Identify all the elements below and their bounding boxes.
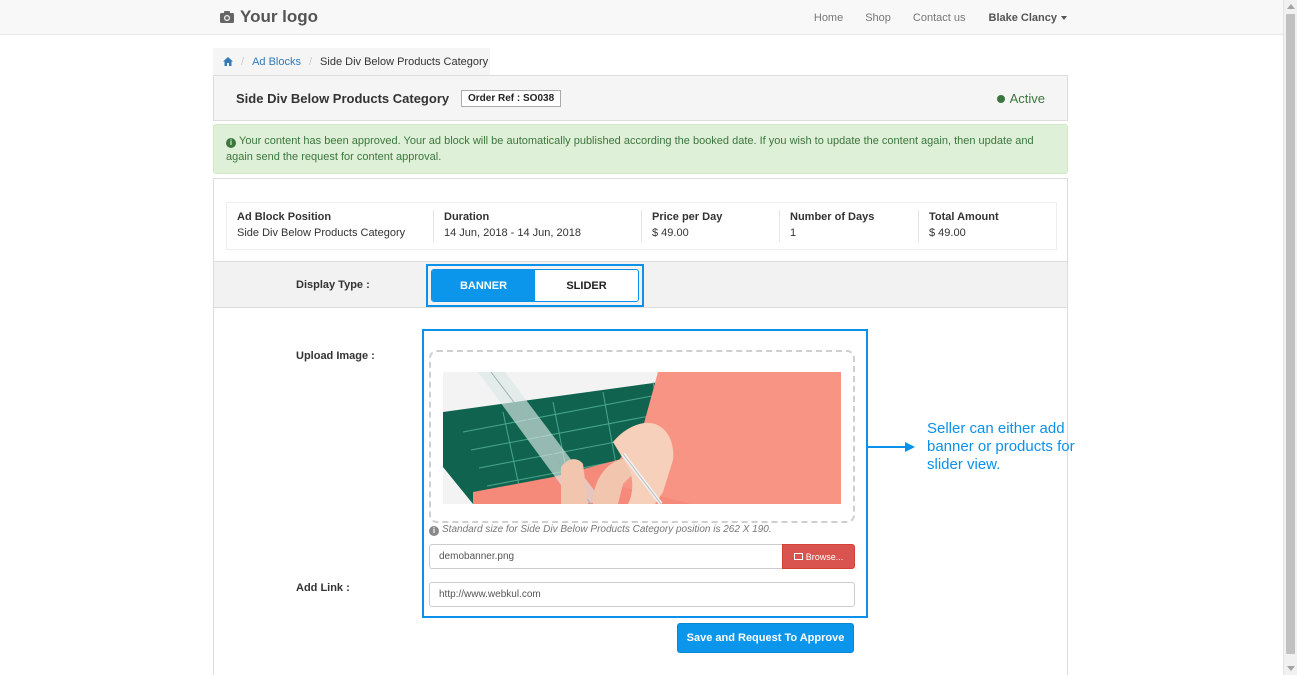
summary-value: Side Div Below Products Category bbox=[237, 227, 406, 239]
booking-summary: Ad Block Position Side Div Below Product… bbox=[226, 202, 1057, 250]
add-link-label: Add Link : bbox=[296, 582, 350, 594]
display-type-toggle: BANNER SLIDER bbox=[431, 269, 639, 302]
display-type-label: Display Type : bbox=[296, 279, 370, 291]
summary-position: Ad Block Position Side Div Below Product… bbox=[227, 210, 434, 242]
summary-duration: Duration 14 Jun, 2018 - 14 Jun, 2018 bbox=[434, 210, 642, 242]
file-name-input[interactable]: demobanner.png bbox=[429, 544, 782, 569]
summary-value: 1 bbox=[790, 227, 797, 239]
status-text: Active bbox=[1009, 91, 1045, 106]
logo-text: Your logo bbox=[240, 7, 319, 26]
image-icon bbox=[793, 553, 803, 560]
scroll-down-icon[interactable] bbox=[1287, 666, 1295, 671]
summary-label: Ad Block Position bbox=[237, 211, 332, 223]
summary-value: $ 49.00 bbox=[929, 227, 966, 239]
alert-message: Your content has been approved. Your ad … bbox=[226, 135, 1034, 163]
slider-option[interactable]: SLIDER bbox=[535, 270, 638, 301]
browse-button-label: Browse... bbox=[805, 551, 844, 562]
summary-price: Price per Day $ 49.00 bbox=[642, 210, 780, 242]
approval-alert: i Your content has been approved. Your ad… bbox=[213, 124, 1068, 174]
scroll-thumb[interactable] bbox=[1286, 14, 1295, 654]
status-indicator: Active bbox=[996, 91, 1045, 106]
breadcrumb-current: Side Div Below Products Category bbox=[320, 55, 489, 68]
camera-icon bbox=[220, 11, 234, 23]
nav-link-home[interactable]: Home bbox=[814, 12, 843, 24]
summary-days: Number of Days 1 bbox=[780, 210, 919, 242]
browse-button[interactable]: Browse... bbox=[782, 544, 855, 569]
page-scrollbar[interactable] bbox=[1283, 0, 1297, 675]
status-dot-icon bbox=[996, 94, 1005, 103]
summary-label: Number of Days bbox=[790, 211, 875, 223]
save-request-approve-button[interactable]: Save and Request To Approve bbox=[677, 623, 854, 653]
banner-preview-image bbox=[443, 372, 841, 504]
summary-value: 14 Jun, 2018 - 14 Jun, 2018 bbox=[444, 227, 581, 239]
arrow-right-icon bbox=[905, 442, 915, 452]
page-title: Side Div Below Products Category bbox=[236, 91, 450, 106]
display-type-row: Display Type : BANNER SLIDER bbox=[214, 261, 1067, 308]
banner-option[interactable]: BANNER bbox=[432, 270, 535, 301]
link-input[interactable]: http://www.webkul.com bbox=[429, 582, 855, 607]
breadcrumb-separator: / bbox=[308, 55, 313, 68]
info-icon: i bbox=[429, 526, 439, 536]
nav-link-shop[interactable]: Shop bbox=[865, 12, 891, 24]
summary-label: Price per Day bbox=[652, 211, 723, 223]
summary-label: Duration bbox=[444, 211, 490, 223]
upload-image-label: Upload Image : bbox=[296, 350, 375, 362]
top-navbar: Your logo Home Shop Contact us Blake Cla… bbox=[0, 0, 1283, 35]
breadcrumb-separator: / bbox=[241, 55, 245, 68]
breadcrumb-ad-blocks[interactable]: Ad Blocks bbox=[252, 56, 301, 68]
info-icon: i bbox=[226, 138, 236, 148]
nav-link-contact[interactable]: Contact us bbox=[913, 12, 966, 24]
summary-total: Total Amount $ 49.00 bbox=[919, 210, 1056, 242]
file-upload-field[interactable]: demobanner.png Browse... bbox=[429, 544, 855, 569]
chevron-down-icon bbox=[1061, 15, 1067, 20]
order-ref-badge: Order Ref : SO038 bbox=[461, 90, 562, 107]
summary-label: Total Amount bbox=[929, 211, 999, 223]
panel-header: Side Div Below Products Category Order R… bbox=[213, 75, 1068, 121]
logo[interactable]: Your logo bbox=[220, 7, 318, 27]
upload-highlight: i Standard size for Side Div Below Produc… bbox=[422, 329, 868, 618]
display-type-highlight: BANNER SLIDER bbox=[426, 264, 644, 307]
home-icon[interactable] bbox=[223, 57, 233, 66]
scroll-up-icon[interactable] bbox=[1287, 4, 1295, 9]
size-hint-text: Standard size for Side Div Below Product… bbox=[442, 524, 772, 535]
user-menu[interactable]: Blake Clancy bbox=[989, 12, 1067, 24]
breadcrumb: / Ad Blocks / Side Div Below Products Ca… bbox=[213, 48, 490, 75]
annotation-text: Seller can either add banner or products… bbox=[927, 420, 1075, 473]
user-name: Blake Clancy bbox=[988, 11, 1057, 24]
size-hint: i Standard size for Side Div Below Produc… bbox=[429, 524, 772, 536]
image-dropzone[interactable] bbox=[429, 350, 855, 523]
summary-value: $ 49.00 bbox=[652, 227, 689, 239]
nav-links: Home Shop Contact us Blake Clancy bbox=[792, 0, 1067, 35]
